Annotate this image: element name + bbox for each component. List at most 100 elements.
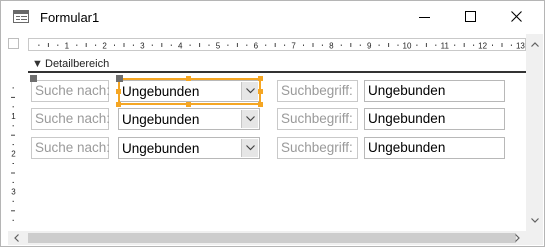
ruler-tick (12, 144, 14, 146)
ruler-tick (85, 43, 87, 47)
move-handle[interactable] (116, 75, 123, 82)
ruler-number: 6 (254, 42, 259, 51)
ruler-tick (425, 43, 427, 47)
form-selector[interactable] (8, 38, 19, 49)
search-label[interactable]: Suche nach: (31, 137, 110, 159)
resize-handle[interactable] (186, 76, 191, 81)
chevron-down-icon (246, 116, 255, 122)
ruler-tick (161, 43, 163, 47)
ruler-tick (321, 44, 323, 46)
ruler-tick (284, 44, 286, 46)
ruler-tick (12, 163, 14, 164)
ruler-tick (274, 43, 276, 47)
ruler-tick (38, 44, 40, 46)
resize-handle[interactable] (258, 76, 263, 81)
vertical-scrollbar[interactable] (526, 34, 543, 231)
ruler-tick (95, 44, 97, 46)
horizontal-ruler-scale: 1 2 3 4 5 6 7 8 9 10 11 12 13 (38, 42, 525, 51)
search-label[interactable]: Suche nach: (31, 108, 110, 130)
ruler-tick (463, 43, 465, 47)
minimize-icon (419, 17, 430, 18)
horizontal-ruler[interactable]: 1 2 3 4 5 6 7 8 9 10 11 12 13 (28, 38, 526, 51)
ruler-tick (11, 134, 15, 136)
resize-handle[interactable] (116, 102, 121, 107)
ruler-tick (303, 44, 304, 46)
ruler-tick (227, 44, 229, 46)
ruler-tick (11, 96, 15, 98)
ruler-tick (12, 219, 14, 221)
term-label[interactable]: Suchbegriff: (277, 137, 358, 159)
title-bar[interactable]: Formular1 (1, 1, 544, 33)
ruler-number: 1 (65, 42, 70, 51)
ruler-tick (12, 200, 14, 202)
ruler-tick (265, 44, 267, 46)
ruler-number: 5 (216, 42, 221, 51)
ruler-number: 2 (11, 150, 16, 159)
ruler-tick (397, 44, 399, 46)
ruler-tick (76, 44, 78, 46)
horizontal-scrollbar[interactable] (8, 231, 526, 245)
vertical-ruler-scale: 1 2 3 (11, 87, 16, 221)
ruler-tick (170, 44, 172, 46)
resize-handle[interactable] (258, 102, 263, 107)
combo-dropdown-button[interactable] (241, 110, 258, 128)
ruler-number: 8 (329, 42, 334, 51)
ruler-tick (378, 44, 380, 46)
resize-handle[interactable] (258, 89, 263, 94)
resize-handle[interactable] (186, 102, 191, 107)
ruler-number: 3 (140, 42, 145, 51)
ruler-tick (340, 44, 342, 46)
ruler-tick (151, 44, 153, 46)
window-title: Formular1 (40, 10, 100, 25)
scroll-up-button[interactable] (526, 36, 543, 53)
search-label[interactable]: Suche nach: (31, 80, 110, 102)
ruler-tick (199, 43, 201, 47)
move-handle[interactable] (30, 75, 37, 82)
ruler-tick (416, 44, 418, 46)
chevron-down-icon (246, 145, 255, 151)
term-label[interactable]: Suchbegriff: (277, 80, 358, 102)
combo-dropdown-button[interactable] (241, 139, 258, 157)
section-selector[interactable] (8, 57, 19, 73)
search-field-combo[interactable]: Ungebunden (118, 108, 260, 130)
ruler-number: 2 (102, 42, 107, 51)
close-button[interactable] (494, 1, 540, 33)
ruler-number: 10 (403, 42, 412, 51)
maximize-button[interactable] (448, 1, 494, 33)
ruler-number: 7 (291, 42, 296, 51)
ruler-tick (473, 44, 475, 46)
scroll-thumb[interactable] (28, 233, 516, 243)
ruler-tick (350, 43, 352, 47)
section-header-detail[interactable]: ▼ Detailbereich (28, 57, 526, 73)
scroll-right-button[interactable] (509, 231, 526, 245)
term-textbox[interactable]: Ungebunden (364, 108, 505, 130)
ruler-tick (57, 44, 59, 46)
combo-value: Ungebunden (122, 141, 200, 156)
vertical-ruler[interactable]: 1 2 3 (8, 74, 19, 234)
ruler-number: 3 (11, 187, 16, 196)
ruler-tick (11, 210, 15, 212)
search-field-combo[interactable]: Ungebunden (118, 137, 260, 159)
scroll-left-button[interactable] (8, 231, 25, 245)
ruler-tick (501, 43, 503, 47)
ruler-tick (208, 44, 210, 46)
term-textbox[interactable]: Ungebunden (364, 80, 505, 102)
term-label[interactable]: Suchbegriff: (277, 108, 358, 130)
form-window-icon (13, 10, 29, 23)
ruler-tick (388, 43, 390, 47)
size-grip[interactable] (526, 231, 543, 245)
ruler-tick (454, 44, 456, 46)
ruler-tick (12, 125, 14, 127)
chevron-up-icon (531, 42, 539, 47)
ruler-tick (123, 43, 125, 47)
ruler-tick (246, 44, 248, 46)
scroll-down-button[interactable] (526, 212, 543, 229)
selection-frame (118, 78, 261, 105)
resize-handle[interactable] (116, 89, 121, 94)
ruler-tick (359, 44, 361, 46)
maximize-icon (465, 11, 476, 22)
ruler-number: 1 (11, 112, 16, 121)
combo-value: Ungebunden (122, 112, 200, 127)
minimize-button[interactable] (402, 1, 448, 33)
term-textbox[interactable]: Ungebunden (364, 137, 505, 159)
